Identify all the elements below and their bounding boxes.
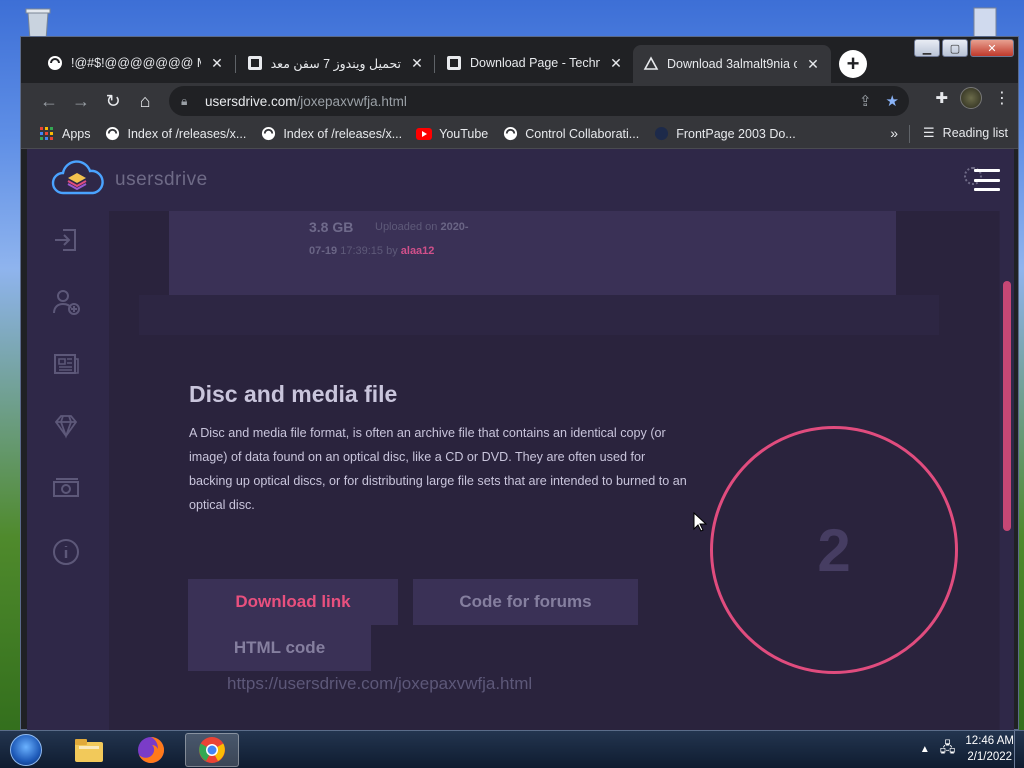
url-text: usersdrive.com/joxepaxvwfja.html [205,93,407,109]
upload-time-line: 07-19 17:39:15 by alaa12 [309,245,435,257]
close-icon[interactable]: ✕ [209,55,225,72]
site-header: usersdrive [27,149,1014,211]
divider [909,125,910,143]
hamburger-menu-icon[interactable] [974,169,1000,191]
bookmarks-bar: Apps Index of /releases/x... Index of /r… [21,119,1018,149]
address-bar[interactable]: 🔒︎ usersdrive.com/joxepaxvwfja.html ⇪ ★ [169,86,909,116]
youtube-icon [416,126,433,142]
html-code-button[interactable]: HTML code [188,625,371,671]
web-page: usersdrive 3.8 GB Uploaded on 2020- 07-1… [27,149,1014,731]
profile-avatar[interactable] [960,87,982,109]
maximize-button[interactable]: ▢ [942,39,968,57]
tab-separator [235,55,236,73]
site-brand[interactable]: usersdrive [115,169,208,191]
bookmark-apps[interactable]: Apps [39,126,91,142]
globe-icon [47,55,63,71]
bookmark-star-icon[interactable]: ★ [886,92,899,110]
info-icon[interactable] [51,537,81,567]
file-explorer-taskbar-icon[interactable] [62,733,116,767]
new-tab-button[interactable]: + [839,50,867,78]
bookmarks-overflow-icon[interactable]: » [890,125,898,141]
tab-1[interactable]: !@#$!@@@@@@@ MY ✕ [37,47,235,79]
start-button[interactable] [6,731,46,768]
menu-kebab-icon[interactable]: ⋮ [994,88,1010,108]
bookmark-youtube[interactable]: YouTube [416,126,488,142]
firefox-taskbar-icon[interactable] [124,733,178,767]
page-scrollbar[interactable] [1000,211,1014,731]
extensions-puzzle-icon[interactable]: ✚ [935,89,948,107]
card-shadow [139,295,939,335]
globe-icon [502,126,518,142]
countdown-timer: 2 [710,426,958,674]
countdown-value: 2 [817,516,851,584]
download-content: 3.8 GB Uploaded on 2020- 07-19 17:39:15 … [109,211,999,731]
share-icon[interactable]: ⇪ [859,92,872,110]
network-icon[interactable]: 🖧︎ [940,737,956,761]
file-info-card: 3.8 GB Uploaded on 2020- 07-19 17:39:15 … [169,211,896,295]
site-sidebar [27,211,109,731]
chrome-taskbar-icon[interactable] [185,733,239,767]
tab-2[interactable]: تحميل ويندوز 7 سفن معدل ✕ [237,47,435,79]
reading-list-button[interactable]: ☰ Reading list [923,125,1008,141]
tab-separator [434,55,435,73]
mouse-cursor-icon [693,511,708,532]
minimize-button[interactable]: ▁ [914,39,940,57]
site-triangle-icon [643,56,659,72]
diamond-icon[interactable] [51,411,81,441]
bookmark-control-collaboration[interactable]: Control Collaborati... [502,126,639,142]
code-for-forums-button[interactable]: Code for forums [413,579,638,625]
browser-window: !@#$!@@@@@@@ MY ✕ تحميل ويندوز 7 سفن معد… [20,36,1019,731]
close-icon[interactable]: ✕ [409,55,425,72]
money-icon[interactable] [51,473,81,503]
uploader-link[interactable]: alaa12 [401,245,435,257]
tab-title: Download Page - Techno [470,56,600,70]
scrollbar-thumb[interactable] [1003,281,1011,531]
file-type-description: A Disc and media file format, is often a… [189,426,687,512]
tab-title: Download 3almalt9nia cc [667,57,797,71]
taskbar-clock[interactable]: 12:46 AM 2/1/2022 [965,733,1014,765]
system-tray: ▲ 🖧︎ 12:46 AM 2/1/2022 [920,733,1014,765]
file-link-text[interactable]: https://usersdrive.com/joxepaxvwfja.html [227,674,532,694]
home-icon[interactable]: ⌂ [129,85,161,117]
tab-3[interactable]: Download Page - Techno ✕ [436,47,634,79]
close-icon[interactable]: ✕ [805,56,821,73]
reading-list-icon: ☰ [923,125,935,140]
bookmark-index-releases-1[interactable]: Index of /releases/x... [105,126,246,142]
tab-4-active[interactable]: Download 3almalt9nia cc ✕ [633,45,831,83]
login-icon[interactable] [51,225,81,255]
reload-icon[interactable]: ↻ [97,85,129,117]
tab-title: !@#$!@@@@@@@ MY [71,56,201,70]
window-controls: ▁ ▢ ✕ [914,39,1014,57]
globe-icon [260,126,276,142]
apps-grid-icon [39,126,55,142]
back-arrow-icon[interactable]: ← [33,85,65,117]
browser-toolbar: ← → ↻ ⌂ 🔒︎ usersdrive.com/joxepaxvwfja.h… [21,83,1018,119]
add-user-icon[interactable] [51,287,81,317]
windows-logo-icon [10,734,42,766]
file-type-heading: Disc and media file [189,381,398,407]
cloud-logo-icon[interactable] [49,159,105,199]
desktop-document-icon[interactable] [968,6,1002,40]
page-favicon-icon [446,55,462,71]
forward-arrow-icon[interactable]: → [65,85,97,117]
close-icon[interactable]: ✕ [608,55,624,72]
show-desktop-button[interactable] [1014,731,1024,768]
page-favicon-icon [247,55,263,71]
news-icon[interactable] [51,349,81,379]
download-link-button[interactable]: Download link [188,579,398,625]
windows-taskbar: ▲ 🖧︎ 12:46 AM 2/1/2022 [0,730,1024,768]
bookmark-index-releases-2[interactable]: Index of /releases/x... [260,126,402,142]
globe-icon [105,126,121,142]
tray-expand-icon[interactable]: ▲ [920,744,930,755]
window-close-button[interactable]: ✕ [970,39,1014,57]
upload-date-line: Uploaded on 2020- [375,221,469,233]
site-icon [653,126,669,142]
file-size: 3.8 GB [309,219,354,235]
lock-icon: 🔒︎ [181,93,188,108]
bookmark-frontpage[interactable]: FrontPage 2003 Do... [653,126,796,142]
tab-title: تحميل ويندوز 7 سفن معدل [271,56,401,71]
tab-strip: !@#$!@@@@@@@ MY ✕ تحميل ويندوز 7 سفن معد… [21,37,1018,83]
